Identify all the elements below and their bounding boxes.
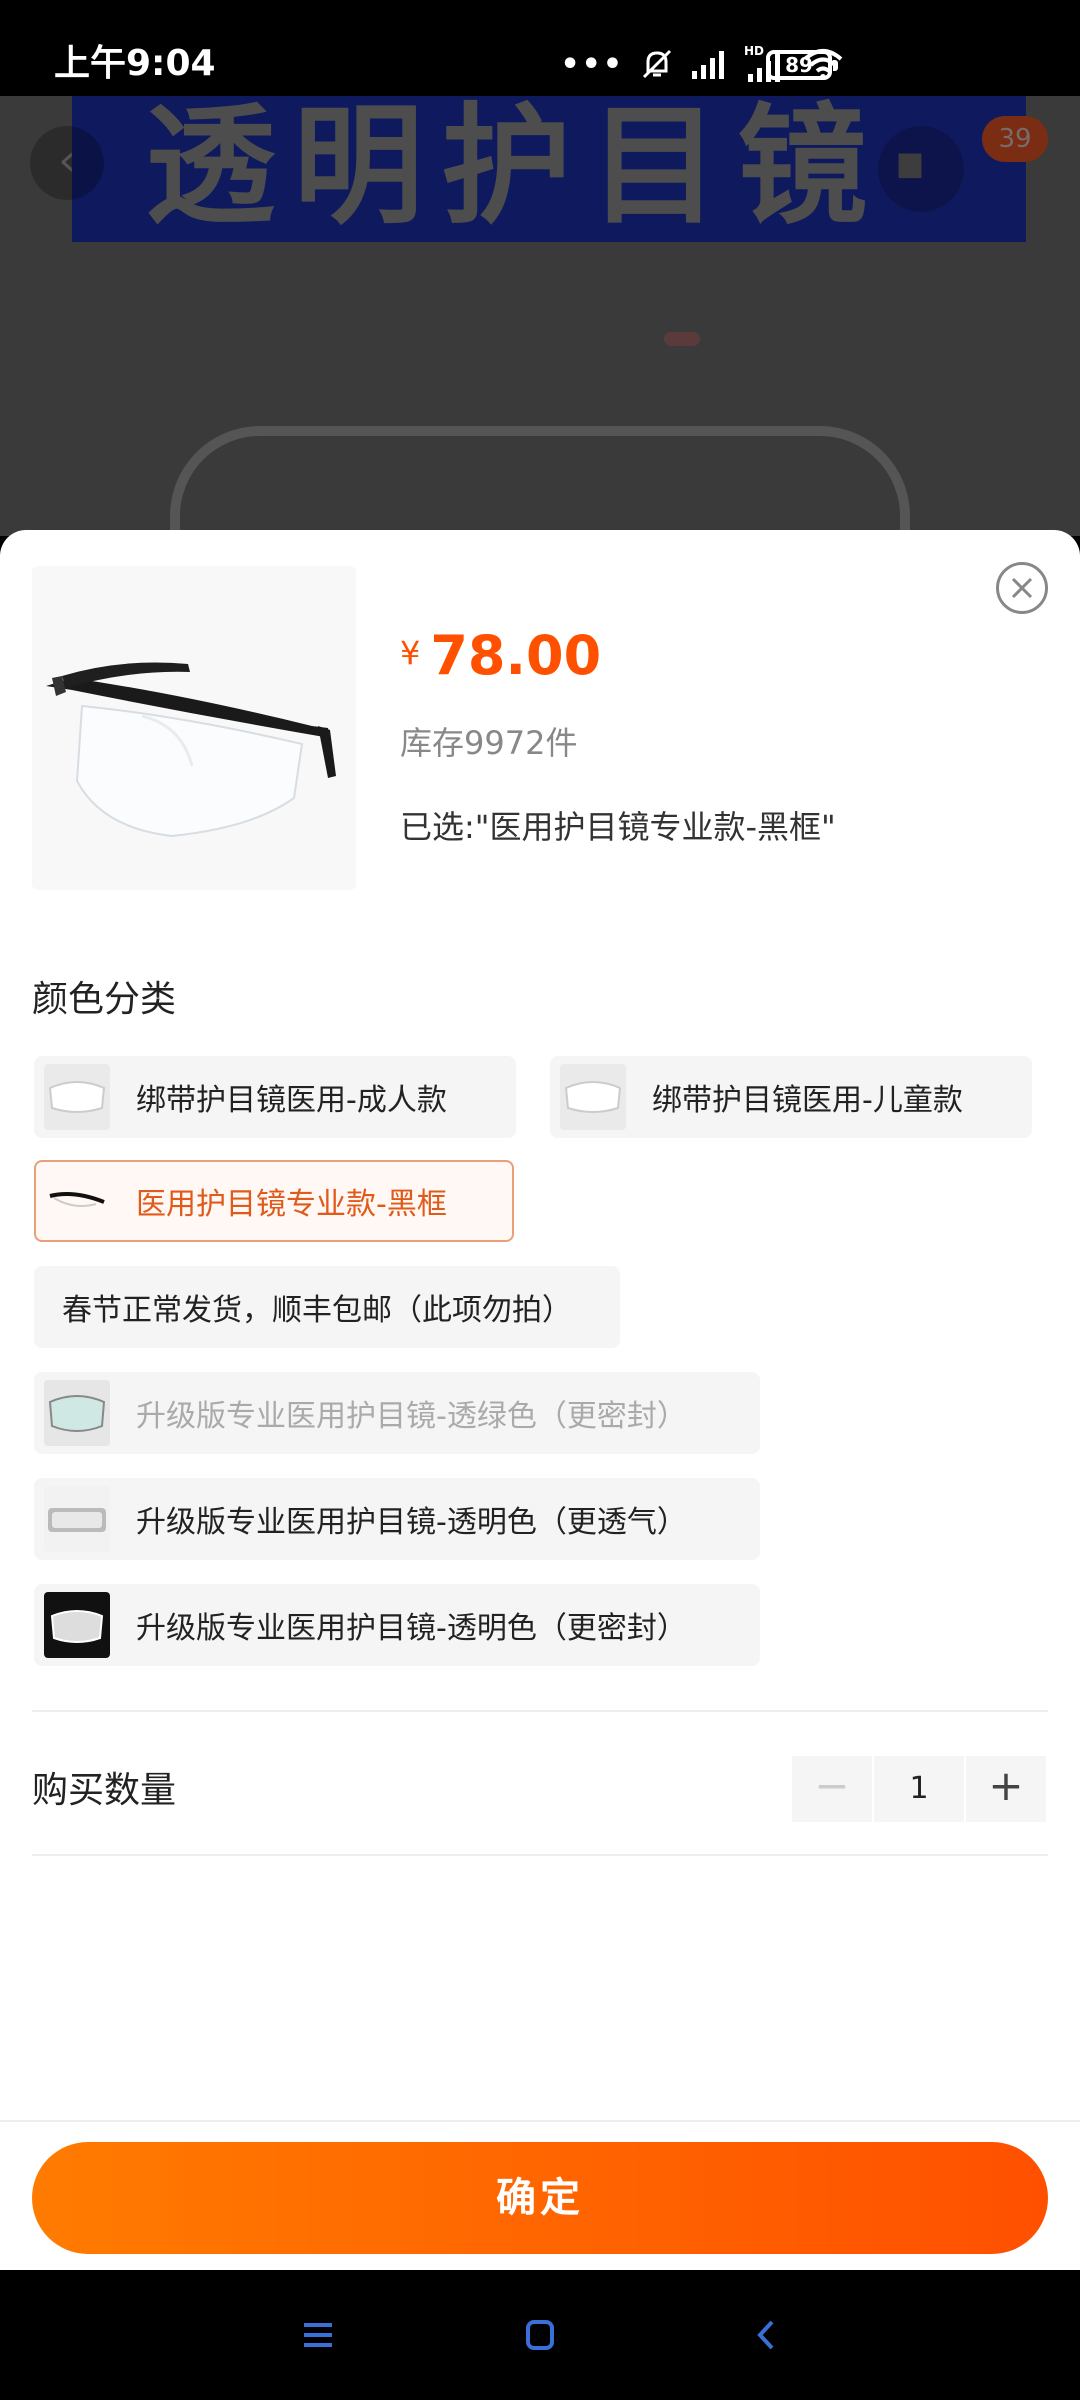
divider (32, 1854, 1048, 1856)
option-label: 绑带护目镜医用-成人款 (136, 1083, 447, 1118)
quantity-stepper: − 1 + (792, 1756, 1046, 1822)
status-time: 上午9:04 (54, 43, 216, 84)
option-thumbnail-icon (44, 1064, 110, 1130)
option-label: 绑带护目镜医用-儿童款 (652, 1083, 963, 1118)
increase-button[interactable]: + (966, 1756, 1046, 1822)
option-label: 升级版专业医用护目镜-透明色（更密封） (136, 1611, 687, 1646)
stock-count: 库存9972件 (400, 724, 578, 762)
option-spring-festival-shipping[interactable]: 春节正常发货，顺丰包邮（此项勿拍） (34, 1266, 620, 1348)
back-nav-icon[interactable] (738, 2310, 798, 2360)
cart-badge: 39 (982, 116, 1048, 162)
price: ¥78.00 (400, 624, 601, 687)
option-thumbnail-icon (44, 1168, 110, 1234)
option-thumbnail-icon (560, 1064, 626, 1130)
option-label: 春节正常发货，顺丰包邮（此项勿拍） (62, 1293, 572, 1328)
back-icon: ‹ (30, 126, 104, 200)
sku-selection-sheet: ¥78.00 库存9972件 已选:"医用护目镜专业款-黑框" 颜色分类 绑带护… (0, 530, 1080, 2270)
option-upgraded-clear-breathable[interactable]: 升级版专业医用护目镜-透明色（更透气） (34, 1478, 760, 1560)
background-product-page: 透明护目镜· ‹ 39 (0, 96, 1080, 536)
close-button[interactable] (996, 562, 1048, 614)
color-category-title: 颜色分类 (32, 979, 177, 1020)
option-label: 升级版专业医用护目镜-透明色（更透气） (136, 1505, 687, 1540)
screen: 上午9:04 ••• HD 89 透明护目镜· ‹ 39 ¥ 78.00 库存9… (0, 0, 1080, 2400)
confirm-button[interactable]: 确定 (32, 2142, 1048, 2254)
option-professional-black-frame[interactable]: 医用护目镜专业款-黑框 (34, 1160, 514, 1242)
status-bar: 上午9:04 ••• HD 89 (0, 0, 1080, 96)
price-value: 78.00 (430, 624, 602, 687)
cart-icon (878, 126, 964, 212)
selected-variant-text: 已选:"医用护目镜专业款-黑框" (400, 808, 836, 846)
system-nav-bar (0, 2270, 1080, 2400)
signal-icon (692, 51, 724, 79)
menu-icon[interactable] (288, 2310, 348, 2360)
quantity-label: 购买数量 (32, 1770, 177, 1811)
hd-label: HD (744, 44, 764, 58)
close-icon (1011, 577, 1033, 599)
option-adult-strap-goggles[interactable]: 绑带护目镜医用-成人款 (34, 1056, 516, 1138)
carousel-indicator (664, 332, 700, 346)
background-goggle-image (170, 426, 910, 536)
currency-symbol: ¥ (400, 634, 421, 672)
product-image[interactable] (32, 566, 356, 890)
option-thumbnail-icon (44, 1380, 110, 1446)
option-thumbnail-icon (44, 1592, 110, 1658)
battery-icon: 89 (766, 50, 838, 80)
divider (32, 1710, 1048, 1712)
option-label: 医用护目镜专业款-黑框 (136, 1187, 447, 1222)
more-dots-icon: ••• (560, 46, 624, 82)
option-upgraded-green-sealed[interactable]: 升级版专业医用护目镜-透绿色（更密封） (34, 1372, 760, 1454)
option-upgraded-clear-sealed[interactable]: 升级版专业医用护目镜-透明色（更密封） (34, 1584, 760, 1666)
decrease-button[interactable]: − (792, 1756, 872, 1822)
glasses-image (46, 662, 336, 838)
option-child-strap-goggles[interactable]: 绑带护目镜医用-儿童款 (550, 1056, 1032, 1138)
footer-divider (0, 2120, 1080, 2122)
mute-bell-icon (642, 49, 672, 79)
home-icon[interactable] (510, 2310, 570, 2360)
quantity-value[interactable]: 1 (874, 1756, 964, 1822)
option-thumbnail-icon (44, 1486, 110, 1552)
option-label: 升级版专业医用护目镜-透绿色（更密封） (136, 1399, 687, 1434)
